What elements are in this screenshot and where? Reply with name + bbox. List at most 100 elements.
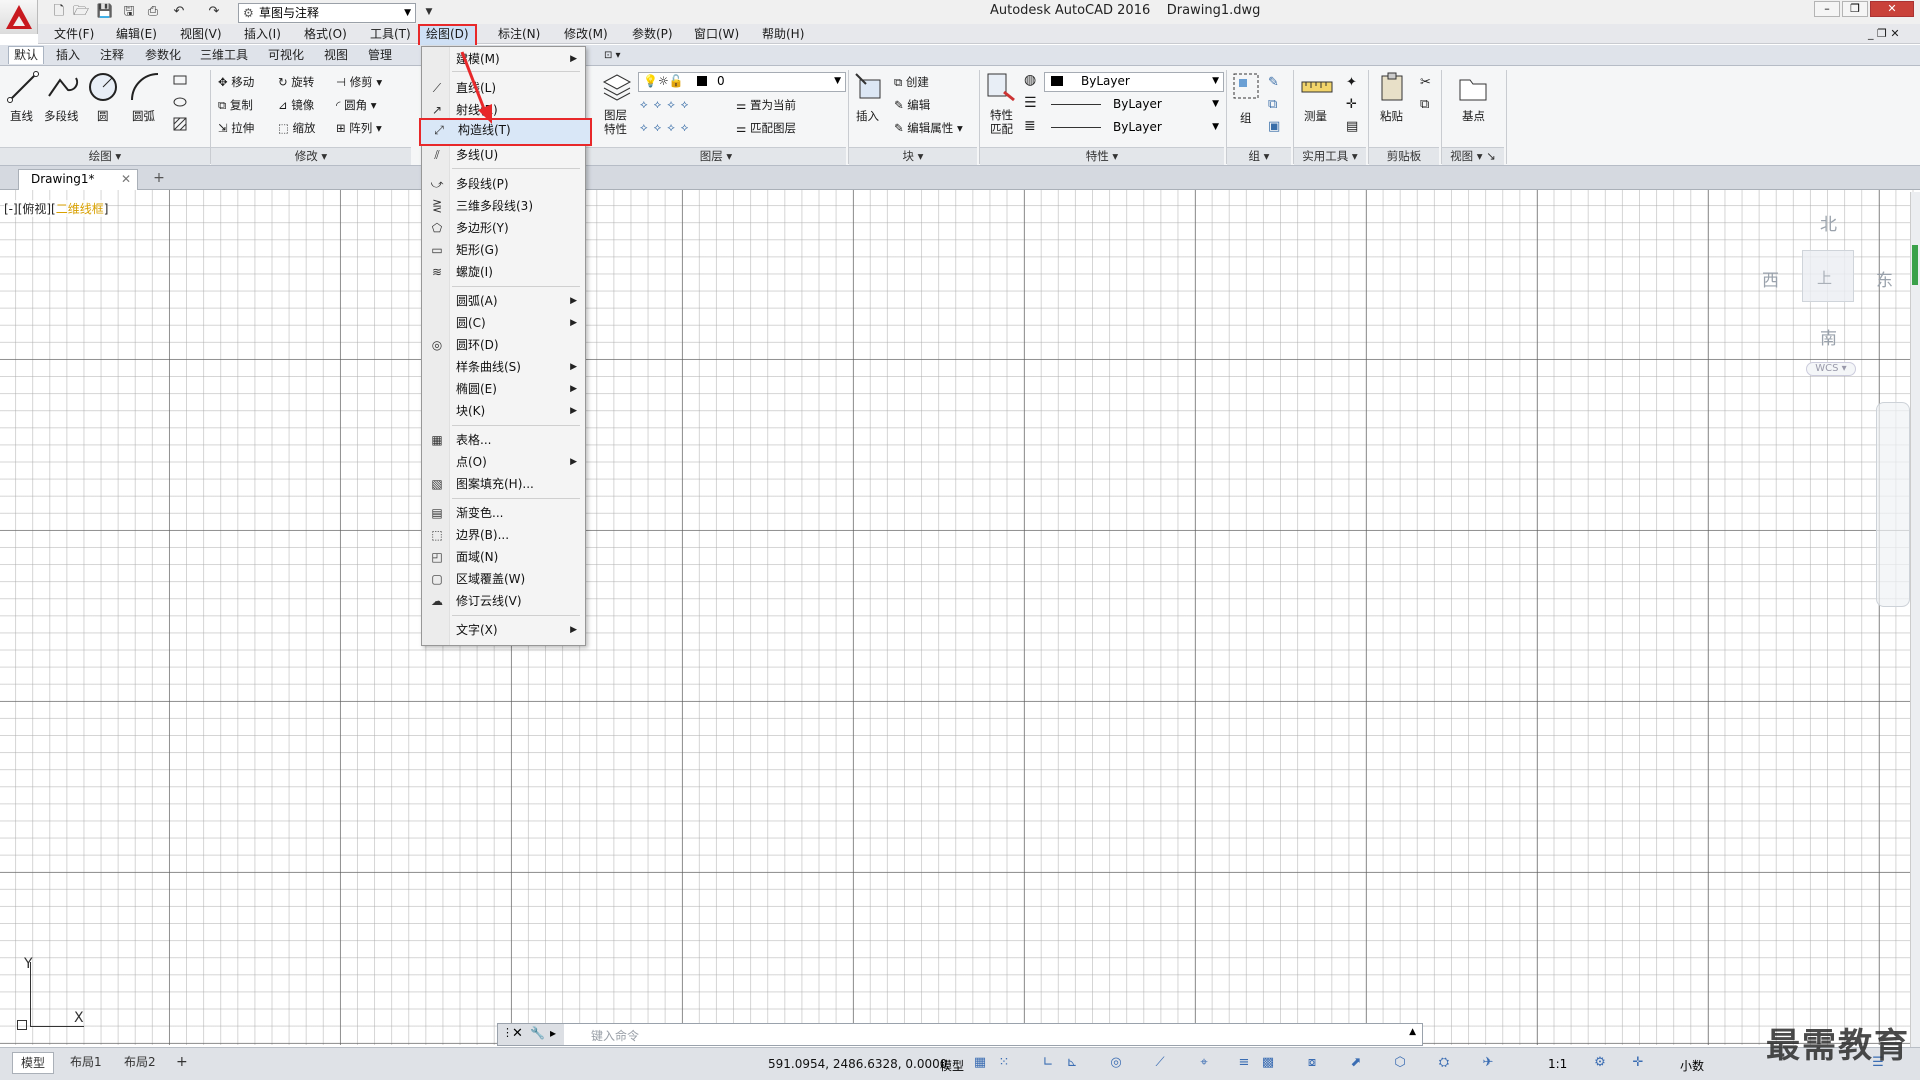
undo-icon[interactable]: ↶ [170, 3, 188, 21]
restore-button[interactable]: ❐ [1842, 1, 1868, 17]
plus-icon[interactable]: ✛ [1630, 1055, 1646, 1071]
menu-item-table[interactable]: ▦ 表格... [422, 430, 585, 450]
measure-icon[interactable] [1300, 70, 1334, 104]
menu-item-ellipse[interactable]: 椭圆(E) ▶ [422, 379, 585, 399]
lineweight-dropdown[interactable]: ByLayer ▼ [1044, 118, 1224, 138]
arc-icon[interactable] [128, 70, 162, 104]
viewcube-east[interactable]: 东 [1876, 266, 1893, 291]
paste-label[interactable]: 粘贴 [1380, 108, 1403, 124]
minimize-button[interactable]: – [1814, 1, 1840, 17]
menu-item-text[interactable]: 文字(X) ▶ [422, 620, 585, 640]
menu-parametric[interactable]: 参数(P) [632, 26, 673, 42]
menu-dimension[interactable]: 标注(N) [498, 26, 540, 42]
tab-3d-tools[interactable]: 三维工具 [200, 47, 248, 64]
tab-annotate[interactable]: 注释 [100, 47, 124, 64]
menu-file[interactable]: 文件(F) [54, 26, 94, 42]
tab-layout1[interactable]: 布局1 [70, 1052, 102, 1072]
selection-cycling-icon[interactable]: ⧇ [1304, 1055, 1320, 1071]
stretch-button[interactable]: ⇲ 拉伸 [218, 120, 254, 136]
annotation-scale-value[interactable]: 1:1 [1548, 1057, 1567, 1071]
doc-minimize-icon[interactable]: _ ❐ ✕ [1868, 26, 1900, 42]
lineweight-icon[interactable]: ≣ [1024, 118, 1036, 134]
copy-button[interactable]: ⧉ 复制 [218, 97, 253, 113]
clipboard-panel-title[interactable]: 剪贴板 [1369, 147, 1439, 165]
document-tab[interactable]: Drawing1* ✕ [18, 169, 138, 190]
tab-default[interactable]: 默认 [8, 46, 45, 64]
layer-tools-row2[interactable]: ⟡⟡⟡⟡ [640, 120, 694, 135]
menu-item-point[interactable]: 点(O) ▶ [422, 452, 585, 472]
viewcube-north[interactable]: 北 [1820, 210, 1837, 235]
create-block-button[interactable]: ⧉ 创建 [894, 74, 929, 90]
rotate-button[interactable]: ↻ 旋转 [278, 74, 314, 90]
units-value[interactable]: 小数 [1680, 1057, 1704, 1074]
menu-item-helix[interactable]: ≋ 螺旋(I) [422, 262, 585, 282]
tab-manage[interactable]: 管理 [368, 47, 392, 64]
groups-panel-title[interactable]: 组 ▾ [1227, 147, 1291, 165]
layer-dropdown[interactable]: 💡☼🔓 0 ▼ [638, 72, 846, 92]
base-view-icon[interactable] [1456, 72, 1490, 106]
save-as-icon[interactable]: 🖫 [120, 3, 138, 21]
color-dropdown[interactable]: ByLayer ▼ [1044, 72, 1224, 92]
circle-icon[interactable] [86, 70, 120, 104]
linetype-dropdown[interactable]: ByLayer ▼ [1044, 95, 1224, 115]
chevron-up-icon[interactable]: ▲ [1409, 1027, 1416, 1037]
new-tab-button[interactable]: + [150, 170, 168, 188]
measure-label[interactable]: 测量 [1304, 108, 1327, 124]
view-panel-title[interactable]: 视图 ▾ ↘ [1442, 147, 1504, 165]
menu-item-polyline[interactable]: ⤻ 多段线(P) [422, 174, 585, 194]
group-label[interactable]: 组 [1240, 110, 1252, 126]
lineweight-toggle-icon[interactable]: ≡ [1236, 1055, 1252, 1071]
visual-style-label[interactable]: 二维线框 [56, 202, 104, 216]
edit-attributes-button[interactable]: ✎ 编辑属性 ▾ [894, 120, 963, 136]
array-button[interactable]: ⊞ 阵列 ▾ [336, 120, 382, 136]
vertical-scrollbar[interactable] [1910, 192, 1920, 1047]
insert-block-icon[interactable] [852, 70, 886, 104]
menu-item-boundary[interactable]: ⬚ 边界(B)... [422, 525, 585, 545]
menu-tools[interactable]: 工具(T) [370, 26, 411, 42]
utilities-panel-title[interactable]: 实用工具 ▾ [1294, 147, 1366, 165]
menu-item-arc[interactable]: 圆弧(A) ▶ [422, 291, 585, 311]
arc-button-label[interactable]: 圆弧 [132, 108, 155, 124]
layer-properties-icon[interactable] [600, 70, 634, 104]
menu-item-multiline[interactable]: ⫽ 多线(U) [422, 145, 585, 165]
tab-layout2[interactable]: 布局2 [124, 1052, 156, 1072]
menu-item-circle[interactable]: 圆(C) ▶ [422, 313, 585, 333]
quick-access-customize-icon[interactable]: ▼ [420, 3, 438, 21]
annotation-scale-icon[interactable]: ✈ [1480, 1055, 1496, 1071]
wcs-menu[interactable]: WCS ▾ [1806, 362, 1856, 376]
viewcube[interactable]: 上 [1802, 250, 1854, 302]
menu-item-polygon[interactable]: ⬠ 多边形(Y) [422, 218, 585, 238]
viewcube-west[interactable]: 西 [1762, 266, 1779, 291]
block-panel-title[interactable]: 块 ▾ [849, 147, 977, 165]
layer-properties-label[interactable]: 图层 特性 [604, 108, 627, 136]
tab-model[interactable]: 模型 [12, 1052, 55, 1074]
mirror-button[interactable]: ⊿ 镜像 [278, 97, 314, 113]
menu-modify[interactable]: 修改(M) [564, 26, 608, 42]
make-current-button[interactable]: ⚌ 置为当前 [736, 97, 796, 113]
snap-icon[interactable]: ⁙ [996, 1055, 1012, 1071]
transparency-icon[interactable]: ▩ [1260, 1055, 1276, 1071]
polar-icon[interactable]: ⊾ [1064, 1055, 1080, 1071]
paste-icon[interactable] [1376, 70, 1410, 104]
base-label[interactable]: 基点 [1462, 108, 1485, 124]
match-properties-label[interactable]: 特性 匹配 [990, 108, 1013, 136]
rectangle-icon[interactable] [172, 72, 188, 88]
app-menu-button[interactable] [0, 0, 38, 34]
open-file-icon[interactable]: 🗁 [72, 3, 90, 21]
save-icon[interactable]: 💾 [96, 3, 114, 21]
utility-tools-icon[interactable]: ✦ ✛ ▤ [1346, 72, 1358, 138]
workspace-dropdown[interactable]: ⚙ 草图与注释 ▼ [238, 3, 416, 23]
linetype-icon[interactable]: ☰ [1024, 95, 1037, 111]
menu-item-rectangle[interactable]: ▭ 矩形(G) [422, 240, 585, 260]
tab-parametric[interactable]: 参数化 [145, 47, 181, 64]
circle-button-label[interactable]: 圆 [97, 108, 109, 124]
close-icon[interactable]: ✕ [512, 1026, 523, 1041]
redo-icon[interactable]: ↷ [205, 3, 223, 21]
close-button[interactable]: ✕ [1870, 1, 1914, 17]
ribbon-toggle-icon[interactable]: ⊡ ▾ [604, 47, 621, 64]
line-icon[interactable] [6, 70, 40, 104]
menu-edit[interactable]: 编辑(E) [116, 26, 157, 42]
menu-item-gradient[interactable]: ▤ 渐变色... [422, 503, 585, 523]
annotation-visibility-icon[interactable]: ⛭ [1436, 1055, 1452, 1071]
tab-visualize[interactable]: 可视化 [268, 47, 304, 64]
